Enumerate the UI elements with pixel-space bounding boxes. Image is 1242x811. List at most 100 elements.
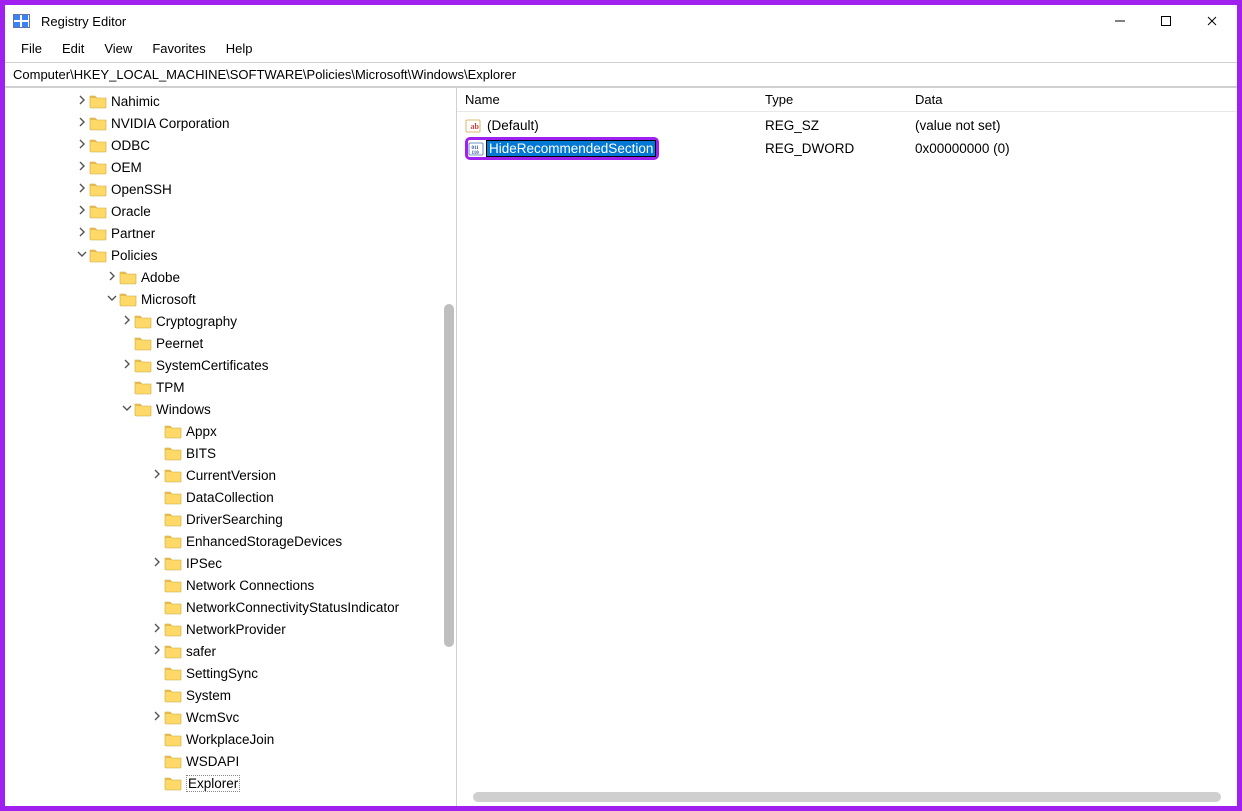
tree-scrollbar[interactable] [444,90,454,804]
tree-item[interactable]: TPM [5,376,456,398]
tree-item[interactable]: ODBC [5,134,456,156]
folder-icon [89,159,107,175]
tree-item[interactable]: NetworkConnectivityStatusIndicator [5,596,456,618]
tree-item[interactable]: Appx [5,420,456,442]
values-horizontal-scrollbar[interactable] [473,792,1221,802]
reg-string-icon: ab [465,118,483,134]
tree-item[interactable]: EnhancedStorageDevices [5,530,456,552]
folder-icon [164,621,182,637]
tree-item[interactable]: OpenSSH [5,178,456,200]
tree-item[interactable]: Microsoft [5,288,456,310]
tree-item-label: IPSec [186,556,222,571]
chevron-right-icon[interactable] [75,205,89,217]
tree-item[interactable]: Partner [5,222,456,244]
folder-icon [164,511,182,527]
values-pane: Name Type Data ab(Default)REG_SZ(value n… [457,88,1237,806]
menu-file[interactable]: File [11,39,52,58]
tree-item[interactable]: IPSec [5,552,456,574]
chevron-down-icon[interactable] [120,403,134,415]
chevron-right-icon[interactable] [150,469,164,481]
chevron-right-icon[interactable] [75,227,89,239]
tree-item-label: Windows [156,402,211,417]
tree-item[interactable]: DataCollection [5,486,456,508]
column-header-type[interactable]: Type [757,92,907,107]
tree-item-label: OpenSSH [111,182,172,197]
folder-icon [89,247,107,263]
chevron-right-icon[interactable] [150,645,164,657]
tree-item[interactable]: Peernet [5,332,456,354]
chevron-right-icon[interactable] [150,711,164,723]
tree-item-label: Oracle [111,204,151,219]
chevron-right-icon[interactable] [75,95,89,107]
tree-item[interactable]: DriverSearching [5,508,456,530]
menu-view[interactable]: View [94,39,142,58]
column-header-data[interactable]: Data [907,92,1237,107]
tree-item-label: WcmSvc [186,710,239,725]
tree-item[interactable]: Adobe [5,266,456,288]
tree-item[interactable]: BITS [5,442,456,464]
chevron-down-icon[interactable] [105,293,119,305]
tree-item[interactable]: NetworkProvider [5,618,456,640]
folder-icon [164,423,182,439]
tree-item[interactable]: SystemCertificates [5,354,456,376]
tree-item[interactable]: WorkplaceJoin [5,728,456,750]
reg-dword-icon: 011110 [468,141,486,157]
chevron-right-icon[interactable] [75,117,89,129]
chevron-right-icon[interactable] [75,161,89,173]
value-row[interactable]: 011110HideRecommendedSectionREG_DWORD0x0… [457,137,1237,160]
chevron-right-icon[interactable] [75,139,89,151]
folder-icon [89,203,107,219]
chevron-right-icon[interactable] [150,557,164,569]
menu-favorites[interactable]: Favorites [142,39,215,58]
tree-item[interactable]: Windows [5,398,456,420]
svg-text:ab: ab [471,122,480,131]
tree-item[interactable]: WSDAPI [5,750,456,772]
tree-item[interactable]: WcmSvc [5,706,456,728]
minimize-button[interactable] [1097,5,1143,37]
folder-icon [164,643,182,659]
folder-icon [134,313,152,329]
tree-item[interactable]: NVIDIA Corporation [5,112,456,134]
maximize-button[interactable] [1143,5,1189,37]
menu-help[interactable]: Help [216,39,263,58]
registry-editor-icon [13,12,31,30]
chevron-right-icon[interactable] [120,359,134,371]
column-header-name[interactable]: Name [457,92,757,107]
folder-icon [134,335,152,351]
tree-item[interactable]: Network Connections [5,574,456,596]
tree-item[interactable]: SettingSync [5,662,456,684]
folder-icon [89,115,107,131]
tree-item[interactable]: Oracle [5,200,456,222]
chevron-right-icon[interactable] [120,315,134,327]
tree-item-label: WSDAPI [186,754,239,769]
close-button[interactable] [1189,5,1235,37]
window-title: Registry Editor [41,14,126,29]
chevron-right-icon[interactable] [150,623,164,635]
folder-icon [164,555,182,571]
tree-item[interactable]: safer [5,640,456,662]
tree-item[interactable]: Explorer [5,772,456,794]
tree-item-label: DataCollection [186,490,274,505]
tree-item[interactable]: Cryptography [5,310,456,332]
tree-item-label: NetworkConnectivityStatusIndicator [186,600,399,615]
tree-item[interactable]: OEM [5,156,456,178]
chevron-down-icon[interactable] [75,249,89,261]
folder-icon [89,93,107,109]
tree-item[interactable]: Policies [5,244,456,266]
folder-icon [164,753,182,769]
tree-item-label: System [186,688,231,703]
address-bar[interactable]: Computer\HKEY_LOCAL_MACHINE\SOFTWARE\Pol… [5,62,1237,87]
folder-icon [134,401,152,417]
tree-item-label: safer [186,644,216,659]
value-name-edit[interactable]: HideRecommendedSection [486,140,656,157]
value-row[interactable]: ab(Default)REG_SZ(value not set) [457,114,1237,137]
tree-item[interactable]: CurrentVersion [5,464,456,486]
tree-item[interactable]: Nahimic [5,90,456,112]
chevron-right-icon[interactable] [105,271,119,283]
menu-edit[interactable]: Edit [52,39,94,58]
tree-item[interactable]: System [5,684,456,706]
value-name-label: (Default) [487,118,539,133]
tree-item-label: WorkplaceJoin [186,732,274,747]
chevron-right-icon[interactable] [75,183,89,195]
folder-icon [119,269,137,285]
